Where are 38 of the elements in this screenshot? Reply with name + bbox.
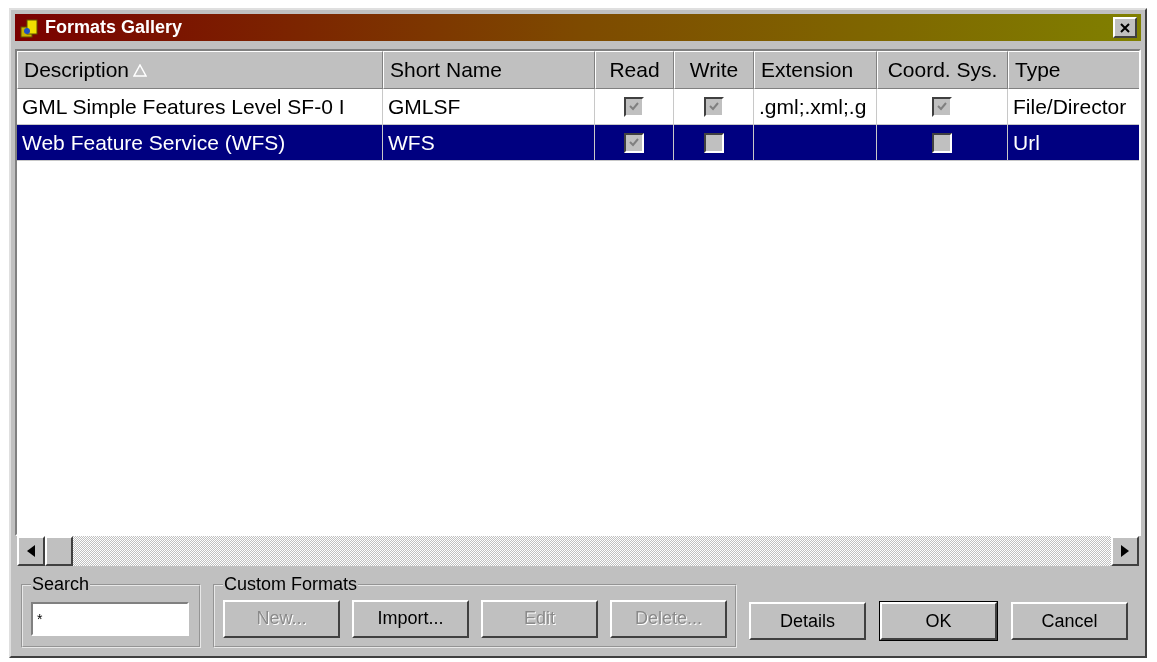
- dialog-button[interactable]: Details: [749, 602, 866, 640]
- horizontal-scrollbar[interactable]: [17, 536, 1139, 566]
- app-icon: [19, 17, 39, 38]
- table-cell: Url: [1013, 130, 1040, 155]
- checkbox[interactable]: [624, 96, 644, 117]
- dialog-button[interactable]: OK: [880, 602, 997, 640]
- column-header[interactable]: Description: [17, 51, 383, 89]
- close-button[interactable]: [1113, 17, 1137, 38]
- dialog-button[interactable]: Cancel: [1011, 602, 1128, 640]
- checkbox[interactable]: [703, 132, 724, 153]
- table-cell: Web Feature Service (WFS): [22, 130, 286, 155]
- column-header[interactable]: Short Name: [383, 51, 595, 89]
- checkbox[interactable]: [932, 132, 952, 153]
- column-header[interactable]: Write: [674, 51, 754, 89]
- group-label: Search: [31, 574, 91, 595]
- search-field[interactable]: *: [31, 601, 189, 636]
- group-label: Custom Formats: [223, 574, 359, 595]
- table-cell: File/Director: [1013, 94, 1127, 119]
- scroll-left-button[interactable]: [17, 536, 45, 566]
- table-cell: .gml;.xml;.g: [759, 94, 867, 119]
- scroll-thumb[interactable]: [45, 536, 73, 566]
- right-arrow-icon: [1121, 545, 1129, 557]
- left-arrow-icon: [27, 545, 35, 557]
- checkbox[interactable]: [703, 96, 724, 117]
- column-header[interactable]: Type: [1008, 51, 1139, 89]
- close-icon: [1119, 21, 1131, 34]
- table-cell: GMLSF: [388, 94, 461, 119]
- scroll-right-button[interactable]: [1111, 536, 1139, 566]
- checkbox[interactable]: [932, 96, 952, 117]
- table-row[interactable]: Web Feature Service (WFS) WFS Url: [17, 125, 1139, 161]
- table-cell: WFS: [388, 130, 435, 155]
- format-button[interactable]: Import...: [352, 599, 469, 638]
- column-header[interactable]: Extension: [754, 51, 877, 89]
- column-header[interactable]: Coord. Sys.: [877, 51, 1008, 89]
- checkbox[interactable]: [624, 132, 644, 153]
- column-header[interactable]: Read: [595, 51, 674, 89]
- table-cell: GML Simple Features Level SF-0 I: [22, 94, 345, 119]
- window-title: Formats Gallery: [45, 17, 184, 38]
